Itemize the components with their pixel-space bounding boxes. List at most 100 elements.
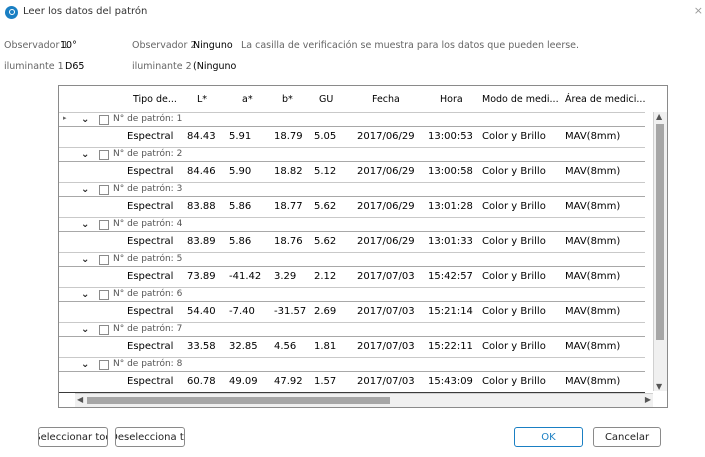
table-cell: 84.46	[187, 166, 216, 177]
group-row[interactable]: ⌄ N° de patrón: 3	[59, 182, 645, 197]
table-cell: 5.62	[314, 236, 337, 247]
table-cell: Color y Brillo	[482, 376, 546, 387]
ok-button[interactable]: OK	[514, 427, 583, 447]
table-cell: Espectral	[127, 166, 174, 177]
table-row[interactable]: Espectral 84.43 5.91 18.79 5.05 2017/06/29 13:…	[59, 126, 645, 148]
group-row[interactable]: ⌄ N° de patrón: 6	[59, 287, 645, 302]
table-cell: 3.29	[274, 271, 297, 282]
pattern-checkbox[interactable]	[99, 150, 109, 160]
table-cell: 2017/06/29	[357, 131, 415, 142]
close-icon[interactable]: ×	[694, 4, 703, 17]
table-row[interactable]: Espectral 73.89 -41.42 3.29 2.12 2017/07/03 15…	[59, 266, 645, 288]
table-cell: MAV(8mm)	[565, 201, 621, 212]
scroll-left-icon[interactable]: ◀	[77, 395, 83, 404]
title-bar: Leer los datos del patrón ×	[0, 0, 705, 22]
table-cell: 2017/07/03	[357, 376, 415, 387]
app-icon	[5, 6, 18, 19]
pattern-checkbox[interactable]	[99, 185, 109, 195]
chevron-down-icon[interactable]: ⌄	[81, 359, 89, 370]
iluminante2-label: iluminante 2	[132, 61, 192, 72]
header-modo[interactable]: Modo de medi...	[482, 94, 559, 105]
group-row[interactable]: ⌄ N° de patrón: 4	[59, 217, 645, 232]
table-cell: Espectral	[127, 376, 174, 387]
group-row[interactable]: ⌄ N° de patrón: 5	[59, 252, 645, 267]
table-cell: 5.62	[314, 201, 337, 212]
table-cell: MAV(8mm)	[565, 306, 621, 317]
table-cell: 15:22:11	[428, 341, 473, 352]
table-cell: 32.85	[229, 341, 258, 352]
header-fecha[interactable]: Fecha	[372, 94, 400, 105]
observador2-label: Observador 2	[132, 40, 197, 51]
pattern-checkbox[interactable]	[99, 255, 109, 265]
chevron-down-icon[interactable]: ⌄	[81, 324, 89, 335]
window-title: Leer los datos del patrón	[23, 6, 148, 17]
group-row[interactable]: ⌄ N° de patrón: 7	[59, 322, 645, 337]
horizontal-scroll-thumb[interactable]	[87, 397, 390, 404]
horizontal-scrollbar[interactable]: ◀ ▶	[75, 393, 653, 407]
table-row[interactable]: Espectral 33.58 32.85 4.56 1.81 2017/07/03 15:…	[59, 336, 645, 358]
header-area[interactable]: Área de medici...	[565, 94, 645, 105]
pattern-checkbox[interactable]	[99, 115, 109, 125]
group-label: N° de patrón: 6	[113, 289, 183, 299]
observador1-label: Observador 1	[4, 40, 69, 51]
pattern-checkbox[interactable]	[99, 220, 109, 230]
table-cell: MAV(8mm)	[565, 271, 621, 282]
group-label: N° de patrón: 7	[113, 324, 183, 334]
iluminante1-value: D65	[65, 61, 85, 72]
table-cell: 5.86	[229, 236, 252, 247]
chevron-down-icon[interactable]: ⌄	[81, 254, 89, 265]
table-row[interactable]: Espectral 83.88 5.86 18.77 5.62 2017/06/29 13:…	[59, 196, 645, 218]
pattern-checkbox[interactable]	[99, 325, 109, 335]
scroll-up-icon[interactable]: ▲	[656, 112, 662, 121]
table-row[interactable]: Espectral 83.89 5.86 18.76 5.62 2017/06/29 13:…	[59, 231, 645, 253]
chevron-down-icon[interactable]: ⌄	[81, 114, 89, 125]
select-all-button[interactable]: Seleccionar tod	[38, 427, 108, 447]
vertical-scrollbar[interactable]: ▲ ▼	[653, 112, 667, 391]
group-row[interactable]: ▸ ⌄ N° de patrón: 1	[59, 112, 645, 127]
group-row[interactable]: ⌄ N° de patrón: 8	[59, 357, 645, 372]
scroll-right-icon[interactable]: ▶	[645, 395, 651, 404]
vertical-scroll-thumb[interactable]	[656, 124, 664, 340]
table-cell: Espectral	[127, 306, 174, 317]
header-tipo[interactable]: Tipo de...	[133, 94, 177, 105]
chevron-down-icon[interactable]: ⌄	[81, 219, 89, 230]
table-cell: Espectral	[127, 271, 174, 282]
table-cell: MAV(8mm)	[565, 131, 621, 142]
deselect-all-button[interactable]: Deselecciona to	[115, 427, 185, 447]
chevron-down-icon[interactable]: ⌄	[81, 289, 89, 300]
table-cell: 13:01:28	[428, 201, 473, 212]
table-cell: Color y Brillo	[482, 236, 546, 247]
table-cell: 2017/07/03	[357, 306, 415, 317]
table-row[interactable]: Espectral 60.78 49.09 47.92 1.57 2017/07/03 15…	[59, 371, 645, 393]
table-cell: Espectral	[127, 236, 174, 247]
grid-header: Tipo de... L* a* b* GU Fecha Hora Modo d…	[59, 86, 645, 112]
header-gu[interactable]: GU	[319, 94, 333, 105]
table-row[interactable]: Espectral 54.40 -7.40 -31.57 2.69 2017/07/03 1…	[59, 301, 645, 323]
group-row[interactable]: ⌄ N° de patrón: 2	[59, 147, 645, 162]
table-cell: 18.82	[274, 166, 303, 177]
iluminante1-label: iluminante 1	[4, 61, 64, 72]
table-cell: Espectral	[127, 341, 174, 352]
header-a[interactable]: a*	[242, 94, 253, 105]
row-selector-icon: ▸	[63, 114, 67, 122]
header-b[interactable]: b*	[282, 94, 293, 105]
cancel-button[interactable]: Cancelar	[593, 427, 661, 447]
pattern-checkbox[interactable]	[99, 290, 109, 300]
group-label: N° de patrón: 3	[113, 184, 183, 194]
iluminante2-value: (Ninguno	[193, 61, 237, 72]
pattern-data-grid[interactable]: Tipo de... L* a* b* GU Fecha Hora Modo d…	[58, 85, 668, 408]
pattern-checkbox[interactable]	[99, 360, 109, 370]
chevron-down-icon[interactable]: ⌄	[81, 184, 89, 195]
group-label: N° de patrón: 4	[113, 219, 183, 229]
table-row[interactable]: Espectral 84.46 5.90 18.82 5.12 2017/06/29 13:…	[59, 161, 645, 183]
table-cell: 15:42:57	[428, 271, 473, 282]
chevron-down-icon[interactable]: ⌄	[81, 149, 89, 160]
table-cell: MAV(8mm)	[565, 376, 621, 387]
header-hora[interactable]: Hora	[440, 94, 463, 105]
header-l[interactable]: L*	[197, 94, 207, 105]
table-cell: 84.43	[187, 131, 216, 142]
table-cell: 5.90	[229, 166, 252, 177]
table-cell: MAV(8mm)	[565, 236, 621, 247]
table-cell: 18.77	[274, 201, 303, 212]
scroll-down-icon[interactable]: ▼	[656, 382, 662, 391]
